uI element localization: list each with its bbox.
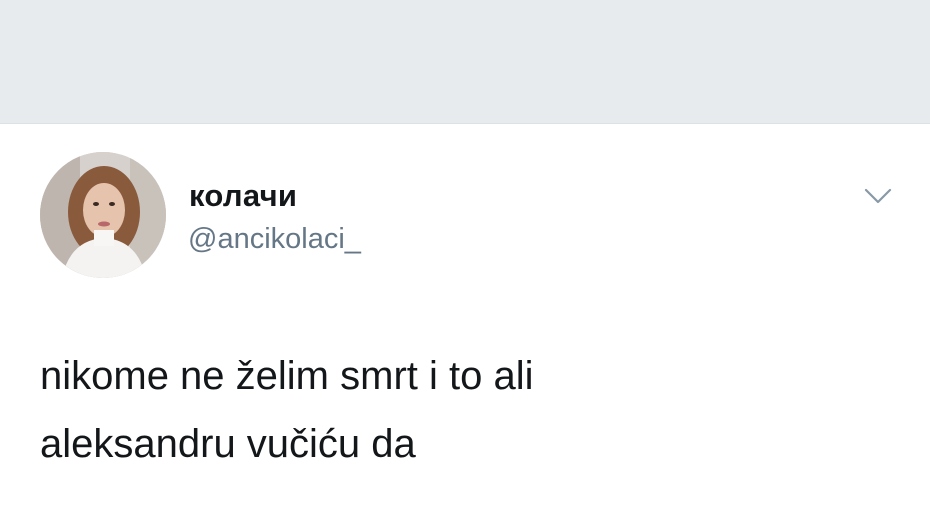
author-avatar[interactable] (40, 152, 166, 278)
tweet-text-line-1: nikome ne želim smrt i to ali (40, 354, 534, 398)
tweet-text-line-2: aleksandru vučiću da (40, 422, 416, 466)
tweet-card: колачи @ancikolaci_ nikome ne želim smrt… (0, 124, 930, 525)
top-header-bar (0, 0, 930, 124)
profile-photo-icon (40, 152, 166, 278)
author-display-name[interactable]: колачи (189, 178, 297, 214)
author-handle[interactable]: @ancikolaci_ (188, 222, 361, 256)
tweet-text: nikome ne želim smrt i to ali aleksandru… (40, 342, 900, 478)
chevron-down-icon[interactable] (858, 182, 898, 212)
